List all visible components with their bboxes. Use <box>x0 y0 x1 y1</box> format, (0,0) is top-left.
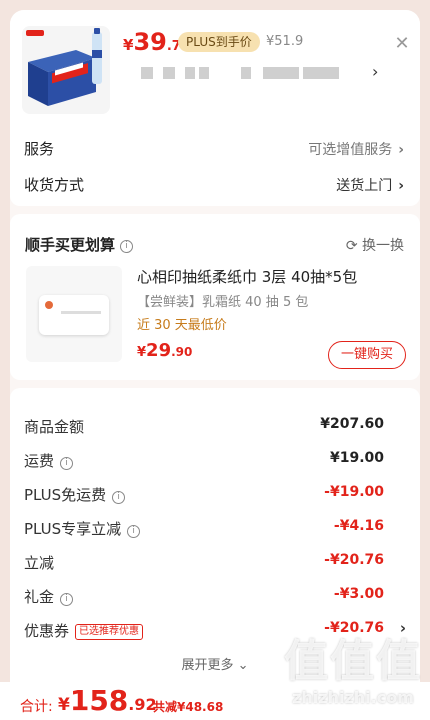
summary-label: 优惠券 已选推荐优惠 <box>24 620 144 641</box>
summary-row-plus-discount: PLUS专享立减 i -¥4.16 <box>10 516 420 538</box>
delivery-label: 收货方式 <box>24 176 85 194</box>
summary-label-text: PLUS免运费 <box>24 486 107 504</box>
info-icon[interactable]: i <box>112 491 126 504</box>
summary-amount: -¥20.76 <box>324 620 384 636</box>
service-label: 服务 <box>24 140 55 158</box>
chevron-right-icon[interactable]: › <box>400 619 406 637</box>
summary-amount: -¥19.00 <box>324 484 384 500</box>
summary-label: PLUS专享立减 i <box>24 518 141 539</box>
summary-label-text: 优惠券 <box>24 622 70 640</box>
price-integer: 29 <box>146 340 172 361</box>
addon-title-text: 顺手买更划算 <box>25 236 116 254</box>
info-icon[interactable]: i <box>127 525 141 538</box>
coupon-tag: 已选推荐优惠 <box>75 624 144 640</box>
plus-price-badge: PLUS到手价 <box>178 32 260 52</box>
info-icon[interactable]: i <box>60 457 74 470</box>
summary-label: 立减 <box>24 554 55 572</box>
summary-label-text: 礼金 <box>24 588 55 606</box>
service-value: 可选增值服务 › <box>308 139 404 159</box>
summary-label: PLUS免运费 i <box>24 484 126 505</box>
water-box-image <box>22 26 110 114</box>
tissue-pack-image <box>39 295 109 335</box>
product-thumbnail[interactable] <box>22 26 110 114</box>
summary-label: 运费 i <box>24 450 74 471</box>
price-symbol: ¥ <box>123 36 134 54</box>
price-integer: 39 <box>133 28 167 56</box>
addon-product-subtitle: 【尝鲜装】乳霜纸 40 抽 5 包 <box>137 295 309 310</box>
summary-amount: ¥19.00 <box>329 450 384 466</box>
price-symbol: ¥ <box>137 345 147 360</box>
chevron-right-icon[interactable]: › <box>372 62 378 81</box>
delivery-row[interactable]: 收货方式 送货上门 › <box>10 166 420 206</box>
summary-label: 商品金额 <box>24 418 85 436</box>
info-icon[interactable]: i <box>60 593 74 606</box>
summary-row-instant-discount: 立减 -¥20.76 <box>10 550 420 572</box>
summary-label-text: PLUS专享立减 <box>24 520 122 538</box>
summary-label: 礼金 i <box>24 586 74 607</box>
total-saved: 共减¥48.68 <box>153 700 224 714</box>
summary-row-plus-free-shipping: PLUS免运费 i -¥19.00 <box>10 482 420 504</box>
summary-row-goods: 商品金额 ¥207.60 <box>10 414 420 436</box>
summary-row-shipping: 运费 i ¥19.00 <box>10 448 420 470</box>
delivery-value: 送货上门 › <box>336 175 404 195</box>
site-watermark: 值值值 zhizhizhi.com <box>283 636 423 716</box>
chevron-right-icon: › <box>398 178 404 194</box>
one-click-buy-button[interactable]: 一键购买 <box>328 341 406 369</box>
summary-row-gift-money: 礼金 i -¥3.00 <box>10 584 420 606</box>
close-icon[interactable]: ✕ <box>392 34 412 54</box>
price-integer: 158 <box>69 684 129 717</box>
addon-recommendation-card: 顺手买更划算 i ⟳ 换一换 心相印抽纸柔纸巾 3层 40抽*5包 【尝鲜装】乳霜… <box>10 214 420 380</box>
product-header: ¥39.73 PLUS到手价 ¥51.9 ✕ › <box>10 10 420 130</box>
total-price: ¥158.92 <box>58 684 157 717</box>
total-label: 合计: <box>20 699 53 715</box>
addon-product-thumbnail[interactable] <box>26 266 122 362</box>
watermark-logo-text: 值值值 <box>284 636 422 687</box>
chevron-right-icon: › <box>398 142 404 158</box>
original-price: ¥51.9 <box>266 34 304 49</box>
refresh-button[interactable]: ⟳ 换一换 <box>346 235 404 255</box>
addon-title: 顺手买更划算 i <box>25 234 134 255</box>
addon-product-name[interactable]: 心相印抽纸柔纸巾 3层 40抽*5包 <box>137 266 357 287</box>
service-value-text: 可选增值服务 <box>308 142 393 158</box>
order-sheet: ¥39.73 PLUS到手价 ¥51.9 ✕ › 服务 可选增值服务 › 收货方式… <box>10 10 420 720</box>
service-row[interactable]: 服务 可选增值服务 › <box>10 130 420 166</box>
delivery-value-text: 送货上门 <box>336 178 393 194</box>
price-decimal: .90 <box>171 345 193 359</box>
watermark-domain: zhizhizhi.com <box>292 688 414 707</box>
summary-amount: ¥207.60 <box>320 416 384 432</box>
summary-amount: -¥3.00 <box>333 586 384 602</box>
summary-amount: -¥4.16 <box>333 518 384 534</box>
addon-price: ¥29.90 <box>137 340 192 361</box>
price-symbol: ¥ <box>58 695 70 715</box>
info-icon[interactable]: i <box>120 240 134 253</box>
addon-low-price-note: 近 30 天最低价 <box>137 318 227 333</box>
summary-label-text: 运费 <box>24 452 55 470</box>
summary-amount: -¥20.76 <box>324 552 384 568</box>
spec-selector-blurred[interactable] <box>141 63 341 83</box>
